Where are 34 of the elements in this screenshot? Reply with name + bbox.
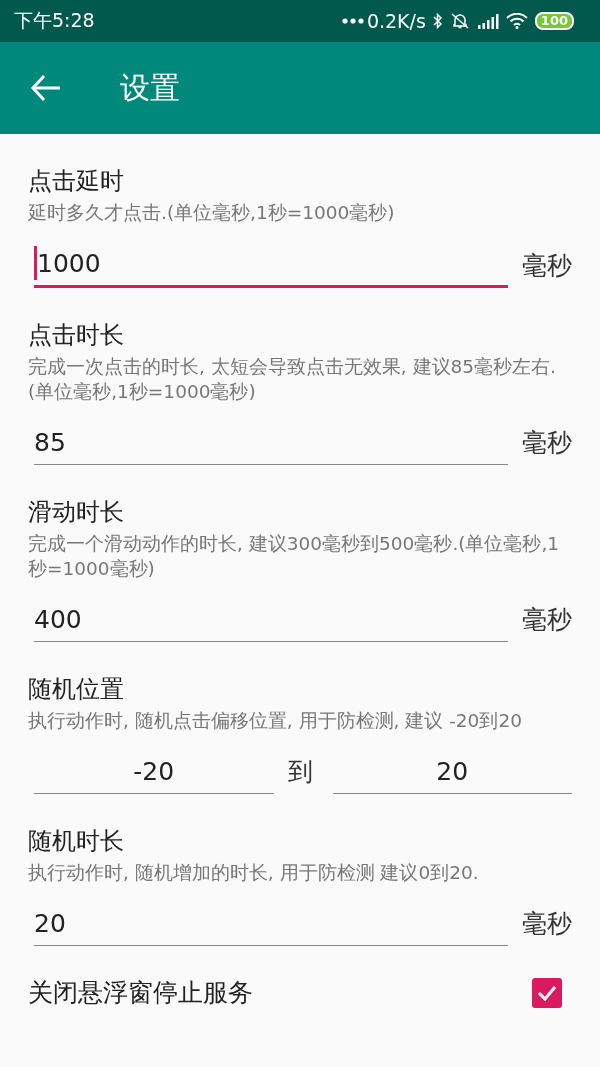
number-field[interactable]: 20	[34, 901, 508, 946]
muted-bell-icon	[449, 12, 470, 30]
setting-title: 点击延时	[28, 166, 125, 197]
unit-label: 毫秒	[521, 604, 572, 636]
setting-description: 执行动作时, 随机点击偏移位置, 用于防检测, 建议 -20到20	[28, 709, 523, 733]
number-field[interactable]: 400	[34, 597, 508, 642]
number-field[interactable]: 85	[34, 420, 508, 465]
checkbox[interactable]	[532, 977, 562, 1008]
check-icon	[536, 983, 558, 1002]
setting-title: 点击时长	[28, 320, 125, 351]
more-dots-icon	[341, 17, 364, 25]
setting-description: 完成一次点击的时长, 太短会导致点击无效果, 建议85毫秒左右.(单位毫秒,1秒=1000毫秒)	[28, 355, 557, 404]
back-arrow-icon	[30, 74, 62, 102]
setting-description: 延时多久才点击.(单位毫秒,1秒=1000毫秒)	[28, 201, 396, 225]
network-speed: 0.2K/s	[366, 10, 426, 32]
number-field[interactable]: 1000	[34, 241, 508, 288]
setting-label: 关闭悬浮窗停止服务	[28, 977, 253, 1009]
unit-label: 毫秒	[521, 427, 572, 459]
battery-indicator: 100	[534, 12, 574, 30]
range-separator: 到	[286, 756, 314, 788]
status-time: 下午5:28	[14, 8, 95, 33]
setting-description: 执行动作时, 随机增加的时长, 用于防检测 建议0到20.	[28, 861, 480, 885]
number-field[interactable]: 20	[332, 749, 572, 794]
setting-title: 滑动时长	[28, 497, 125, 528]
unit-label: 毫秒	[521, 908, 572, 940]
number-field[interactable]: -20	[34, 749, 274, 794]
signal-icon	[476, 13, 499, 29]
unit-label: 毫秒	[521, 250, 572, 282]
setting-title: 随机时长	[28, 826, 125, 857]
bluetooth-icon	[432, 12, 443, 30]
screen-title: 设置	[120, 68, 180, 107]
wifi-icon	[505, 13, 528, 29]
setting-title: 随机位置	[28, 674, 125, 705]
setting-description: 完成一个滑动动作的时长, 建议300毫秒到500毫秒.(单位毫秒,1秒=1000毫秒)	[28, 532, 561, 581]
